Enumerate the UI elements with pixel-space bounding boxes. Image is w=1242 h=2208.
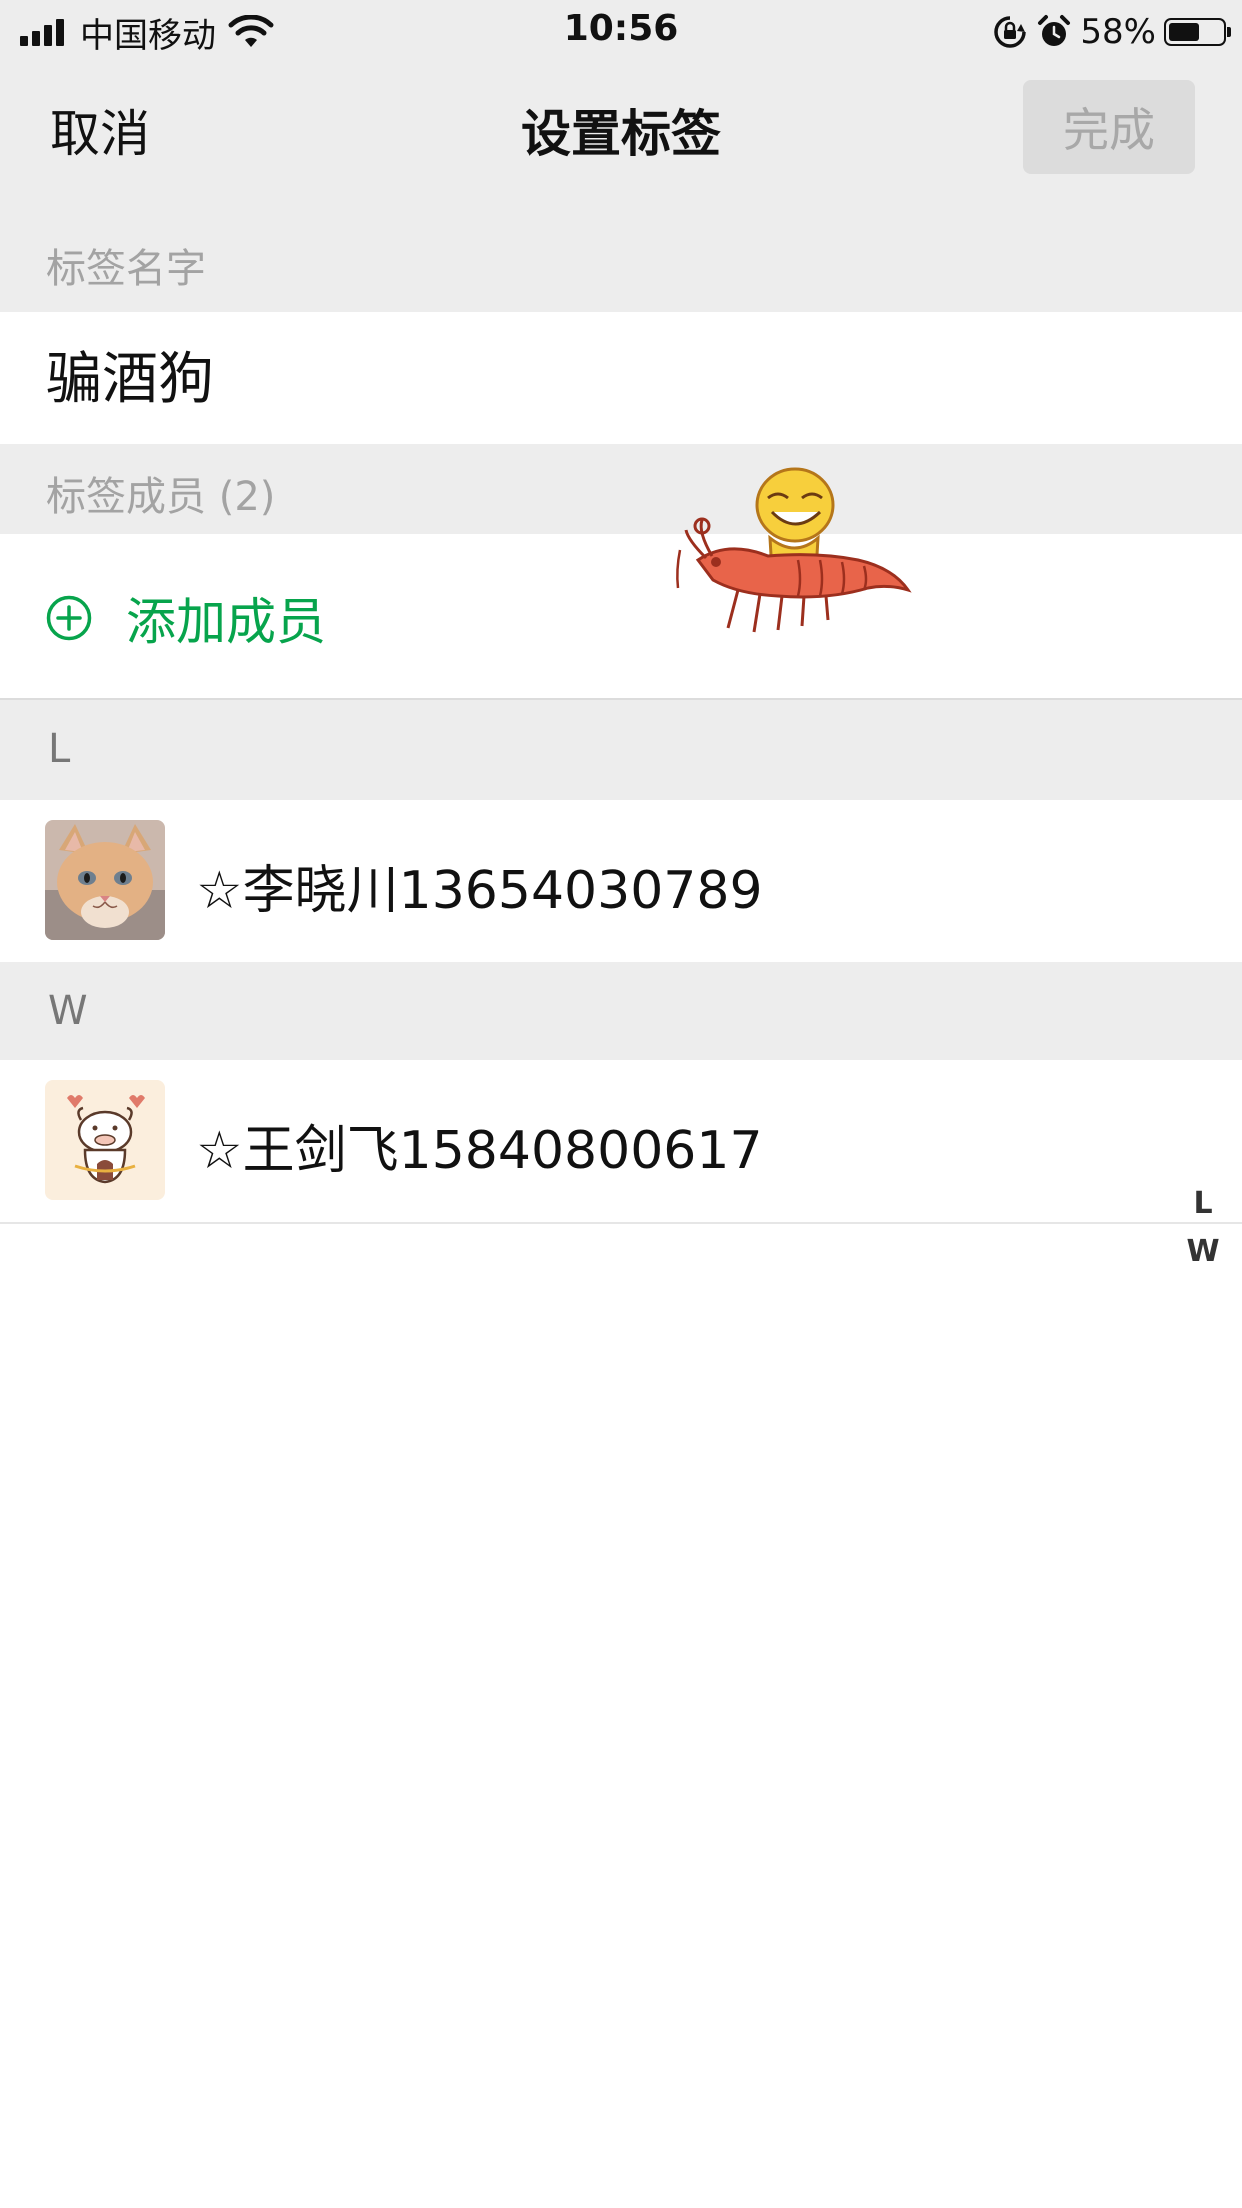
status-bar: 中国移动 10:56 58% — [0, 0, 1242, 64]
cat-avatar-icon — [45, 820, 165, 940]
cow-avatar-icon — [45, 1080, 165, 1200]
members-section-header: 标签成员 (2) — [0, 444, 1242, 534]
add-member-button[interactable]: 添加成员 — [46, 582, 326, 654]
status-right: 58% — [992, 10, 1231, 54]
plus-circle-icon — [46, 595, 92, 641]
group-header-l: L — [0, 700, 1242, 800]
group-letter: W — [48, 988, 88, 1034]
tag-name-input[interactable] — [46, 342, 1186, 407]
tag-name-section-header: 标签名字 — [0, 190, 1242, 312]
battery-icon — [1164, 18, 1231, 46]
index-letter-w[interactable]: W — [1178, 1228, 1228, 1276]
group-header-w: W — [0, 962, 1242, 1060]
battery-percent: 58% — [1080, 12, 1156, 52]
add-member-label: 添加成员 — [126, 593, 326, 651]
divider — [0, 1222, 1242, 1224]
add-member-row: 添加成员 — [0, 534, 1242, 698]
shrimp-rider-sticker — [676, 467, 912, 633]
members-header: 标签成员 (2) — [46, 474, 276, 520]
cancel-button[interactable]: 取消 — [50, 94, 150, 166]
contact-name: ☆李晓川13654030789 — [196, 861, 763, 921]
contact-row[interactable]: ☆李晓川13654030789 — [0, 800, 1242, 962]
group-letter: L — [48, 726, 71, 772]
battery-fill — [1169, 23, 1199, 41]
avatar — [45, 820, 165, 940]
index-bar: L W — [1178, 1180, 1228, 1276]
done-button[interactable]: 完成 — [1023, 80, 1195, 174]
contact-row[interactable]: ☆王剑飞15840800617 — [0, 1060, 1242, 1222]
index-letter-l[interactable]: L — [1178, 1180, 1228, 1228]
tag-name-header: 标签名字 — [46, 246, 206, 292]
alarm-icon — [1038, 15, 1071, 46]
rotation-lock-icon — [994, 16, 1027, 48]
avatar — [45, 1080, 165, 1200]
tag-name-row — [0, 312, 1242, 444]
contact-name: ☆王剑飞15840800617 — [196, 1121, 763, 1181]
nav-bar: 取消 设置标签 完成 — [0, 64, 1242, 190]
